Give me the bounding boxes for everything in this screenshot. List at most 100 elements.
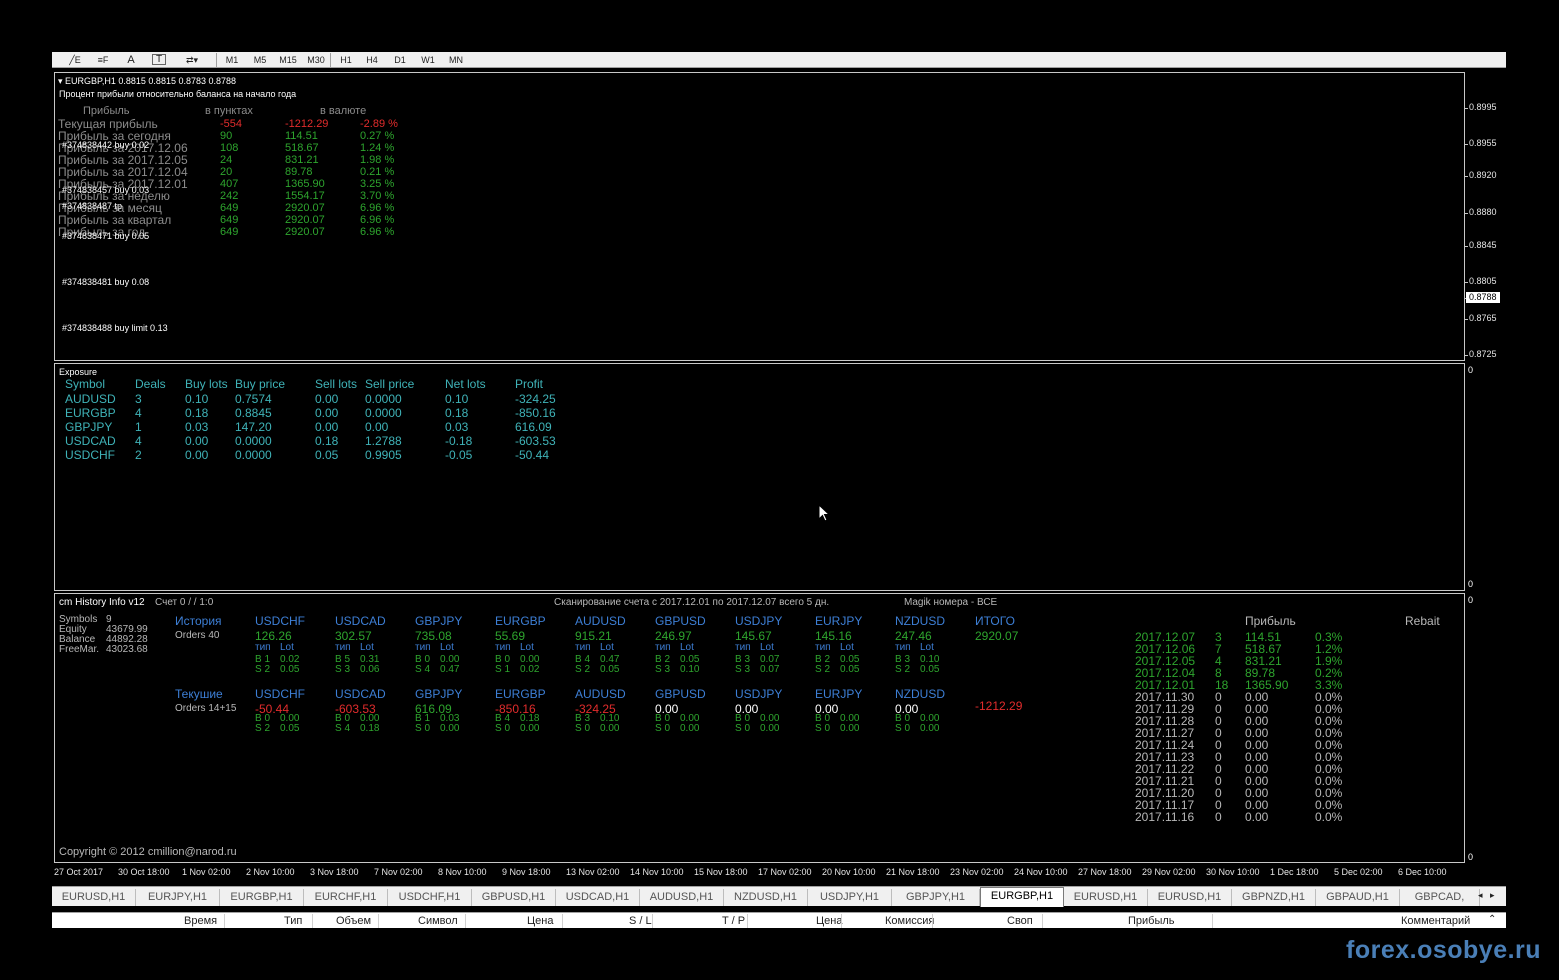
symbol-name: USDJPY	[735, 687, 783, 701]
symbol-profit: 915.21	[575, 629, 612, 643]
profit-row-points: -554	[220, 118, 243, 130]
order-label[interactable]: #374838471 buy 0.05	[62, 231, 149, 241]
profit-row-percent: 6.96 %	[360, 226, 395, 238]
profit-row-percent: 0.21 %	[360, 166, 395, 178]
money-col-header: в валюте	[320, 105, 367, 117]
exposure-scale-bottom: 0	[1468, 579, 1474, 589]
time-axis-label: 3 Nov 18:00	[310, 867, 359, 877]
toolbar-separator	[330, 53, 331, 67]
tab-gbpnzdh1[interactable]: GBPNZD,H1	[1232, 889, 1316, 906]
stat-freemar: FreeMar.	[59, 644, 100, 655]
sell-count: S 2	[815, 664, 831, 675]
timeframe-d1-button[interactable]: D1	[388, 53, 412, 67]
symbol-profit: 145.16	[815, 629, 852, 643]
column-header[interactable]: Тип	[284, 915, 302, 927]
sell-count: S 2	[255, 664, 271, 675]
column-header[interactable]: Своп	[1007, 915, 1033, 927]
column-separator	[312, 914, 313, 928]
column-header[interactable]: Комментарий	[1401, 915, 1470, 927]
scroll-up-icon[interactable]: ⌃	[1488, 914, 1496, 925]
column-header[interactable]: Цена	[816, 915, 842, 927]
exposure-cell: -603.53	[515, 434, 556, 448]
timeframe-h1-button[interactable]: H1	[334, 53, 358, 67]
order-label[interactable]: #374838481 buy 0.08	[62, 277, 149, 287]
order-label[interactable]: #374838442 buy 0.02	[62, 140, 149, 150]
tab-usdjpyh1[interactable]: USDJPY,H1	[808, 889, 892, 906]
exposure-cell: AUDUSD	[65, 392, 116, 406]
sell-lot: 0.10	[680, 664, 700, 675]
price-tick	[1464, 355, 1468, 356]
profit-row-money: 1554.17	[285, 190, 325, 202]
exposure-cell: -850.16	[515, 406, 556, 420]
lot-label: Lot	[840, 642, 854, 653]
tab-eurusdh1[interactable]: EURUSD,H1	[1064, 889, 1148, 906]
column-header[interactable]: Цена	[527, 915, 553, 927]
fibonacci-fan-icon[interactable]: ≡F	[94, 53, 112, 67]
timeframe-m5-button[interactable]: M5	[248, 53, 272, 67]
tab-usdchfh1[interactable]: USDCHF,H1	[388, 889, 472, 906]
profit-row-points: 108	[220, 142, 239, 154]
timeframe-w1-button[interactable]: W1	[416, 53, 440, 67]
arrows-tool-icon[interactable]: ⇄▾	[180, 53, 204, 67]
column-header[interactable]: S / L	[629, 915, 652, 927]
time-axis-label: 20 Nov 10:00	[822, 867, 876, 877]
timeframe-m1-button[interactable]: M1	[220, 53, 244, 67]
sell-lot: 0.00	[520, 723, 540, 734]
column-header[interactable]: Комиссия	[885, 915, 934, 927]
profit-row-percent: 1.24 %	[360, 142, 395, 154]
tab-gbpcad[interactable]: GBPCAD,	[1400, 889, 1480, 906]
timeframe-m15-button[interactable]: M15	[276, 53, 300, 67]
tab-gbpaudh1[interactable]: GBPAUD,H1	[1316, 889, 1400, 906]
symbol-name: EURGBP	[495, 687, 546, 701]
sell-count: S 2	[575, 664, 591, 675]
text-tool-icon[interactable]: A	[124, 53, 138, 67]
column-header[interactable]: Время	[184, 915, 217, 927]
column-header[interactable]: Прибыль	[1128, 915, 1175, 927]
tab-gbpjpyh1[interactable]: GBPJPY,H1	[892, 889, 980, 906]
tab-usdcadh1[interactable]: USDCAD,H1	[556, 889, 640, 906]
tab-nzdusdh1[interactable]: NZDUSD,H1	[724, 889, 808, 906]
time-axis-label: 23 Nov 02:00	[950, 867, 1004, 877]
time-axis-label: 13 Nov 02:00	[566, 867, 620, 877]
symbol-name: USDCHF	[255, 614, 305, 628]
column-separator	[224, 914, 225, 928]
price-scale-label: 0.8845	[1469, 240, 1497, 250]
sell-count: S 0	[495, 723, 511, 734]
timeframe-m30-button[interactable]: M30	[304, 53, 328, 67]
text-label-icon[interactable]: T	[152, 54, 166, 65]
collapse-triangle-icon[interactable]: ▾	[58, 76, 63, 86]
price-chart-panel[interactable]	[54, 72, 1465, 361]
tab-eurusdh1[interactable]: EURUSD,H1	[52, 889, 136, 906]
tab-eurgbph1[interactable]: EURGBP,H1	[220, 889, 304, 906]
tab-gbpusdh1[interactable]: GBPUSD,H1	[472, 889, 556, 906]
tab-eurchfh1[interactable]: EURCHF,H1	[304, 889, 388, 906]
column-header[interactable]: Символ	[418, 915, 458, 927]
sell-count: S 4	[335, 723, 351, 734]
tab-eurgbph1[interactable]: EURGBP,H1	[980, 887, 1064, 907]
history-indicator-title: cm History Info v12	[59, 597, 145, 608]
fibonacci-tool-icon[interactable]: ╱E	[66, 53, 84, 67]
tab-audusdh1[interactable]: AUDUSD,H1	[640, 889, 724, 906]
exposure-header-deals: Deals	[135, 377, 166, 391]
exposure-cell: 2	[135, 448, 142, 462]
tab-eurjpyh1[interactable]: EURJPY,H1	[136, 889, 220, 906]
profit-row-money: 89.78	[285, 166, 313, 178]
sell-lot: 0.00	[680, 723, 700, 734]
order-label[interactable]: #374838487 tp	[62, 201, 122, 211]
tab-scroll-right-icon[interactable]: ▸	[1490, 890, 1495, 901]
tab-eurusdh1[interactable]: EURUSD,H1	[1148, 889, 1232, 906]
exposure-cell: -0.05	[445, 448, 473, 462]
order-label[interactable]: #374838488 buy limit 0.13	[62, 323, 168, 333]
profit-row-points: 90	[220, 130, 233, 142]
timeframe-mn-button[interactable]: MN	[444, 53, 468, 67]
price-scale-label: 0.8765	[1469, 313, 1497, 323]
time-axis-label: 15 Nov 18:00	[694, 867, 748, 877]
column-header[interactable]: T / P	[722, 915, 745, 927]
tab-scroll-left-icon[interactable]: ◂	[1478, 890, 1483, 901]
profit-subtitle: Процент прибыли относительно баланса на …	[59, 89, 297, 99]
column-header[interactable]: Объем	[336, 915, 371, 927]
price-scale-label: 0.8725	[1469, 349, 1497, 359]
exposure-cell: -0.18	[445, 434, 473, 448]
timeframe-h4-button[interactable]: H4	[360, 53, 384, 67]
order-label[interactable]: #374838457 buy 0.03	[62, 185, 149, 195]
